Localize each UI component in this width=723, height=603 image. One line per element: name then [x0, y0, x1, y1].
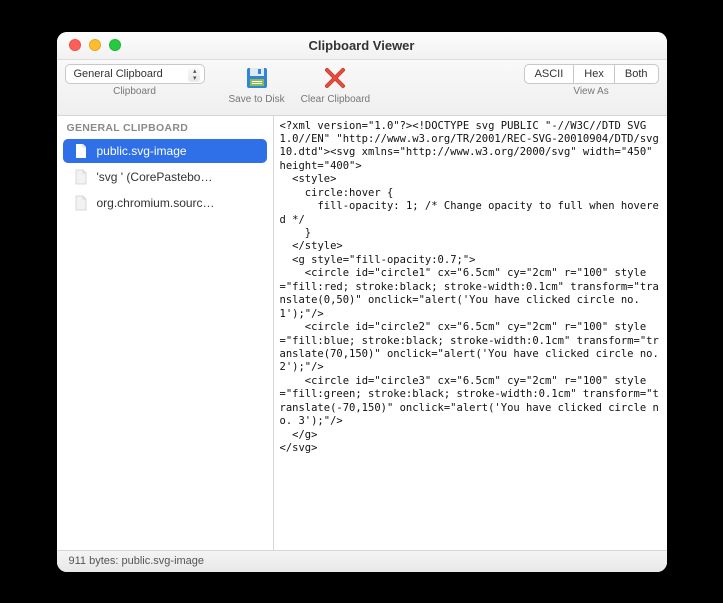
viewas-label: View As [573, 86, 608, 97]
sidebar-item-svg-corepastebo[interactable]: 'svg ' (CorePastebo… [63, 165, 267, 189]
sidebar: GENERAL CLIPBOARD public.svg-image [57, 116, 274, 550]
status-text: 911 bytes: public.svg-image [69, 555, 205, 567]
floppy-disk-icon [243, 64, 271, 92]
document-icon [73, 195, 89, 211]
content-pane[interactable]: <?xml version="1.0"?><!DOCTYPE svg PUBLI… [274, 116, 667, 550]
clipboard-group: General Clipboard ▴▾ Clipboard [65, 64, 205, 97]
document-icon [73, 143, 89, 159]
clipboard-select[interactable]: General Clipboard ▴▾ [65, 64, 205, 84]
save-to-disk-button[interactable]: Save to Disk [229, 64, 285, 105]
chevron-updown-icon: ▴▾ [193, 68, 197, 82]
sidebar-item-public-svg-image[interactable]: public.svg-image [63, 139, 267, 163]
clear-label: Clear Clipboard [301, 94, 370, 105]
body: GENERAL CLIPBOARD public.svg-image [57, 116, 667, 550]
seg-both[interactable]: Both [614, 65, 658, 83]
sidebar-item-label: 'svg ' (CorePastebo… [97, 170, 213, 184]
toolbar: General Clipboard ▴▾ Clipboard Save [57, 60, 667, 116]
seg-hex[interactable]: Hex [573, 65, 614, 83]
viewas-segmented: ASCII Hex Both [524, 64, 659, 84]
sidebar-item-org-chromium-sourc[interactable]: org.chromium.sourc… [63, 191, 267, 215]
seg-ascii[interactable]: ASCII [525, 65, 574, 83]
app-window: Clipboard Viewer General Clipboard ▴▾ Cl… [57, 32, 667, 572]
window-title: Clipboard Viewer [57, 38, 667, 53]
statusbar: 911 bytes: public.svg-image [57, 550, 667, 572]
minimize-icon[interactable] [89, 39, 101, 51]
traffic-lights [57, 39, 121, 51]
document-icon [73, 169, 89, 185]
clipboard-select-value: General Clipboard [74, 68, 163, 80]
action-group: Save to Disk Clear Clipboard [229, 64, 371, 105]
clipboard-group-label: Clipboard [113, 86, 156, 97]
viewas-group: ASCII Hex Both View As [524, 64, 659, 97]
x-icon [321, 64, 349, 92]
sidebar-section-header: GENERAL CLIPBOARD [57, 116, 273, 138]
close-icon[interactable] [69, 39, 81, 51]
sidebar-item-label: public.svg-image [97, 144, 187, 158]
save-label: Save to Disk [229, 94, 285, 105]
zoom-icon[interactable] [109, 39, 121, 51]
titlebar[interactable]: Clipboard Viewer [57, 32, 667, 60]
clear-clipboard-button[interactable]: Clear Clipboard [301, 64, 370, 105]
content-text[interactable]: <?xml version="1.0"?><!DOCTYPE svg PUBLI… [280, 120, 661, 456]
sidebar-item-label: org.chromium.sourc… [97, 196, 215, 210]
